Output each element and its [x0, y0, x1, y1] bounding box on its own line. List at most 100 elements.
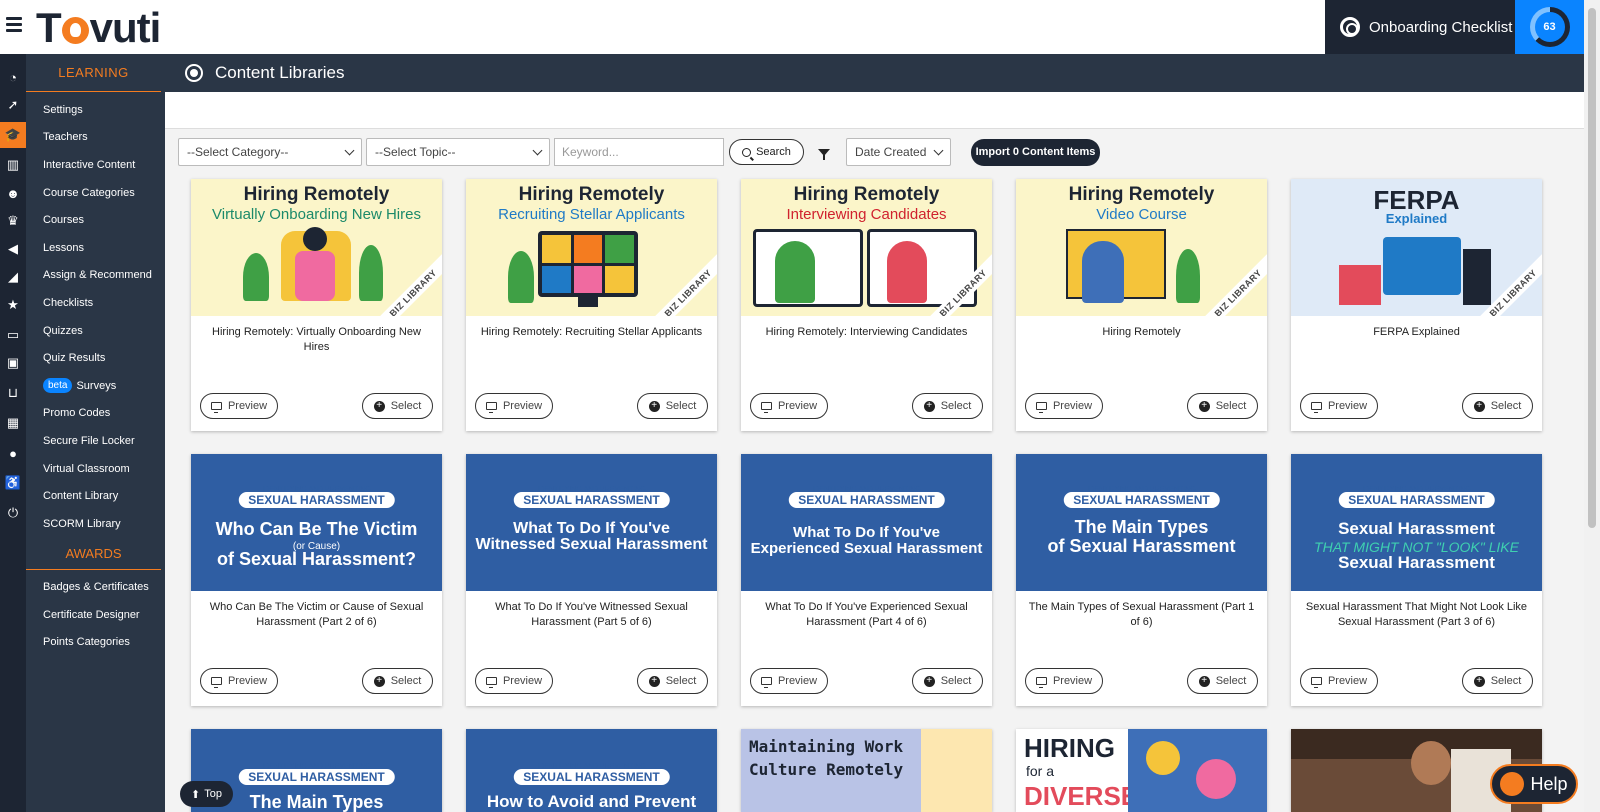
help-button[interactable]: Help [1490, 764, 1578, 804]
cart-icon[interactable]: ⊔ [4, 384, 22, 402]
preview-button[interactable]: Preview [1025, 668, 1103, 694]
sidebar-item-quizzes[interactable]: Quizzes [26, 317, 165, 345]
onboarding-progress[interactable]: 63 [1515, 0, 1584, 54]
scrollbar-thumb[interactable] [1588, 8, 1596, 528]
star-icon[interactable]: ★ [4, 296, 22, 314]
sidebar-item-secure-file-locker[interactable]: Secure File Locker [26, 427, 165, 455]
plus-circle-icon: + [648, 675, 660, 687]
import-content-button[interactable]: Import 0 Content Items [971, 138, 1100, 166]
topic-select[interactable]: --Select Topic-- [366, 138, 550, 166]
select-button[interactable]: + Select [1187, 393, 1258, 419]
preview-button[interactable]: Preview [1025, 393, 1103, 419]
power-icon[interactable]: ⏻ [4, 504, 22, 522]
dashboard-icon[interactable]: ◔ [4, 68, 22, 86]
preview-button[interactable]: Preview [200, 668, 278, 694]
select-button-label: Select [390, 400, 422, 412]
sidebar-item-teachers[interactable]: Teachers [26, 124, 165, 152]
satellite-icon[interactable]: ◢ [4, 268, 22, 286]
card-thumbnail[interactable]: IDENTIFYING AND PREVENTING SEXUAL HARASS… [1291, 454, 1542, 591]
preview-button[interactable]: Preview [1300, 393, 1378, 419]
interviewer-illustration [887, 241, 927, 303]
card-thumbnail[interactable]: HIRING for a DIVERSE [1016, 729, 1267, 812]
card-thumbnail[interactable]: FERPA Explained BIZ LIBRARY [1291, 179, 1542, 316]
preview-button[interactable]: Preview [1300, 668, 1378, 694]
trophy-icon[interactable]: ♛ [4, 212, 22, 230]
card-thumbnail[interactable]: Hiring Remotely Recruiting Stellar Appli… [466, 179, 717, 316]
sidebar-item-scorm-library[interactable]: SCORM Library [26, 510, 165, 538]
thumb-headline: of Sexual Harassment? [216, 549, 417, 569]
keyword-input[interactable]: Keyword... [554, 138, 724, 166]
file-cabinet-illustration [1463, 249, 1491, 305]
card-thumbnail[interactable]: IDENTIFYING AND PREVENTING SEXUAL HARASS… [191, 454, 442, 591]
thumb-ribbon: SEXUAL HARASSMENT [513, 492, 670, 508]
plant-illustration [1176, 249, 1200, 303]
sidebar-item-assign-recommend[interactable]: Assign & Recommend [26, 262, 165, 290]
preview-button-label: Preview [502, 675, 543, 687]
preview-button[interactable]: Preview [475, 393, 553, 419]
sort-select[interactable]: Date Created [846, 138, 951, 166]
rocket-icon[interactable]: ➚ [4, 96, 22, 114]
back-to-top-button[interactable]: ⬆ Top [180, 781, 233, 807]
calendar-icon[interactable]: ▦ [4, 414, 22, 432]
card-thumbnail[interactable]: Hiring Remotely Virtually Onboarding New… [191, 179, 442, 316]
sidebar-item-badges-certificates[interactable]: Badges & Certificates [26, 574, 165, 602]
thumb-kicker: IDENTIFYING AND PREVENTING [1087, 486, 1196, 493]
select-button[interactable]: + Select [637, 668, 708, 694]
sidebar-item-points-categories[interactable]: Points Categories [26, 629, 165, 657]
select-button[interactable]: + Select [362, 668, 433, 694]
preview-button[interactable]: Preview [750, 393, 828, 419]
sidebar-item-content-library[interactable]: Content Library [26, 482, 165, 510]
sidebar-item-quiz-results[interactable]: Quiz Results [26, 344, 165, 372]
top-header: Tvuti Onboarding Checklist 63 [0, 0, 1584, 54]
onboarding-checklist-button[interactable]: Onboarding Checklist [1325, 0, 1515, 54]
sidebar-item-certificate-designer[interactable]: Certificate Designer [26, 601, 165, 629]
hamburger-menu-icon[interactable] [6, 17, 22, 32]
sidebar-item-promo-codes[interactable]: Promo Codes [26, 400, 165, 428]
sidebar-item-virtual-classroom[interactable]: Virtual Classroom [26, 455, 165, 483]
select-button[interactable]: + Select [362, 393, 433, 419]
select-button[interactable]: + Select [912, 393, 983, 419]
card-thumbnail[interactable]: IDENTIFYING AND PREVENTING SEXUAL HARASS… [466, 729, 717, 812]
select-button[interactable]: + Select [637, 393, 708, 419]
select-button[interactable]: + Select [912, 668, 983, 694]
page-scrollbar[interactable] [1584, 0, 1600, 812]
preview-button[interactable]: Preview [475, 668, 553, 694]
tovuti-logo[interactable]: Tvuti [36, 4, 161, 52]
preview-button-label: Preview [1327, 675, 1368, 687]
credit-card-icon[interactable]: ▭ [4, 326, 22, 344]
sidebar-item-courses[interactable]: Courses [26, 206, 165, 234]
sidebar-item-lessons[interactable]: Lessons [26, 234, 165, 262]
users-icon[interactable]: ☻ [4, 184, 22, 202]
search-button[interactable]: Search [729, 139, 804, 165]
card-thumbnail[interactable]: IDENTIFYING AND PREVENTING SEXUAL HARASS… [466, 454, 717, 591]
filter-funnel-icon[interactable] [818, 148, 830, 160]
card-thumbnail[interactable]: Hiring Remotely Video Course BIZ LIBRARY [1016, 179, 1267, 316]
sidebar-item-course-categories[interactable]: Course Categories [26, 179, 165, 207]
top-button-label: Top [204, 788, 222, 800]
bar-chart-icon[interactable]: ▥ [4, 156, 22, 174]
thumb-kicker: IDENTIFYING AND PREVENTING [537, 486, 646, 493]
sidebar-item-interactive-content[interactable]: Interactive Content [26, 151, 165, 179]
megaphone-icon[interactable]: ◀ [4, 240, 22, 258]
card-title: Hiring Remotely: Interviewing Candidates [765, 326, 968, 338]
select-button[interactable]: + Select [1187, 668, 1258, 694]
accessibility-icon[interactable]: ♿ [4, 474, 22, 492]
preview-button[interactable]: Preview [200, 393, 278, 419]
preview-button-label: Preview [777, 675, 818, 687]
select-button[interactable]: + Select [1462, 668, 1533, 694]
sidebar-item-surveys[interactable]: beta Surveys [26, 372, 165, 400]
preview-button[interactable]: Preview [750, 668, 828, 694]
sidebar-item-checklists[interactable]: Checklists [26, 289, 165, 317]
category-select[interactable]: --Select Category-- [178, 138, 362, 166]
card-thumbnail[interactable]: IDENTIFYING AND PREVENTING SEXUAL HARASS… [1016, 454, 1267, 591]
card-thumbnail[interactable]: Maintaining Work Culture Remotely [741, 729, 992, 812]
sidebar-item-settings[interactable]: Settings [26, 96, 165, 124]
graduation-cap-icon[interactable]: 🎓 [0, 122, 26, 148]
thumb-ribbon: SEXUAL HARASSMENT [1063, 492, 1220, 508]
card-thumbnail[interactable]: Hiring Remotely Interviewing Candidates … [741, 179, 992, 316]
select-button[interactable]: + Select [1462, 393, 1533, 419]
content-card: IDENTIFYING AND PREVENTING SEXUAL HARASS… [466, 729, 717, 812]
chat-icon[interactable]: ● [4, 444, 22, 462]
card-thumbnail[interactable]: IDENTIFYING AND PREVENTING SEXUAL HARASS… [741, 454, 992, 591]
id-badge-icon[interactable]: ▣ [4, 354, 22, 372]
